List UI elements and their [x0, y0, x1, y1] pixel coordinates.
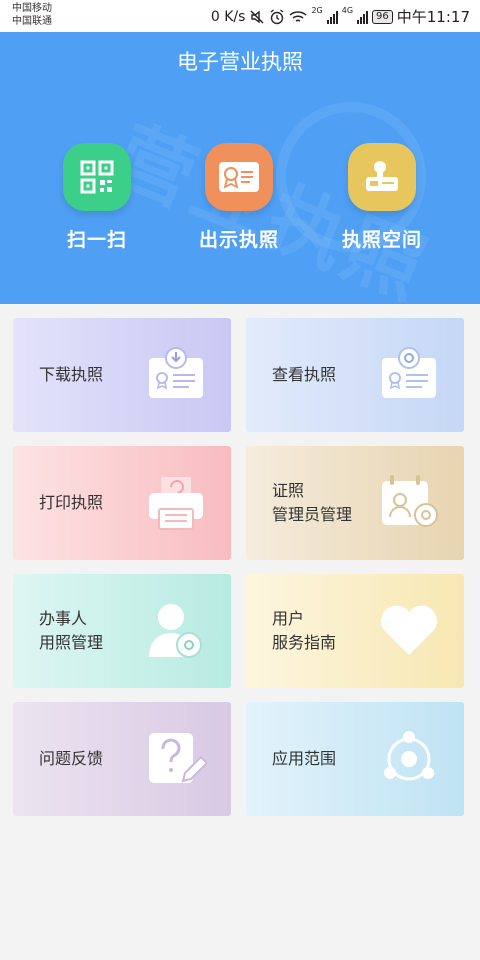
card-label: 办事人 用照管理 — [39, 607, 103, 655]
status-bar: 中国移动 中国联通 0 K/s 2G 4G 96 中午11:17 — [0, 0, 480, 32]
card-label-line2: 用照管理 — [39, 633, 104, 652]
carrier-1: 中国移动 — [12, 3, 52, 14]
download-license-icon — [143, 342, 209, 408]
signal-icon — [357, 10, 369, 24]
card-label-line2: 服务指南 — [272, 633, 337, 652]
card-label: 用户 服务指南 — [272, 607, 336, 655]
wifi-icon — [289, 9, 307, 25]
admin-manage-icon — [376, 470, 442, 536]
card-label: 下载执照 — [39, 365, 104, 384]
status-icons: 0 K/s 2G 4G 96 中午11:17 — [211, 6, 470, 27]
quick-action-license-space[interactable]: 执照空间 — [312, 143, 452, 252]
mute-icon — [249, 9, 265, 25]
card-label: 问题反馈 — [39, 749, 104, 768]
card-label: 证照 管理员管理 — [272, 479, 352, 527]
card-label-line1: 证照 — [272, 481, 305, 500]
view-license-icon — [376, 342, 442, 408]
alarm-icon — [269, 8, 285, 25]
card-label-line2: 管理员管理 — [272, 505, 353, 524]
card-service-guide[interactable]: 用户 服务指南 — [246, 574, 464, 688]
carrier-2: 中国联通 — [12, 16, 52, 27]
page-title: 电子营业执照 — [177, 50, 303, 74]
network-type-2: 4G — [341, 6, 354, 15]
scope-icon — [376, 726, 442, 792]
feedback-icon — [143, 726, 209, 792]
card-admin-management[interactable]: 证照 管理员管理 — [246, 446, 464, 560]
card-application-scope[interactable]: 应用范围 — [246, 702, 464, 816]
card-label: 应用范围 — [272, 749, 337, 768]
card-download-license[interactable]: 下载执照 — [13, 318, 231, 432]
header-banner: 营业执照 电子营业执照 扫一扫 出示执照 执照空间 — [0, 32, 480, 304]
carrier-info: 中国移动 中国联通 — [12, 2, 52, 28]
heart-icon — [376, 598, 442, 664]
quick-action-scan[interactable]: 扫一扫 — [27, 143, 167, 252]
card-label-line1: 办事人 — [39, 609, 88, 628]
license-card-icon — [205, 143, 273, 211]
card-feedback[interactable]: 问题反馈 — [13, 702, 231, 816]
battery-icon: 96 — [372, 9, 393, 24]
qr-code-icon — [63, 143, 131, 211]
network-speed: 0 K/s — [210, 8, 246, 25]
clock: 中午11:17 — [396, 8, 470, 26]
card-view-license[interactable]: 查看执照 — [246, 318, 464, 432]
quick-action-label: 扫一扫 — [66, 229, 127, 251]
card-agent-management[interactable]: 办事人 用照管理 — [13, 574, 231, 688]
signal-icon — [326, 10, 338, 24]
quick-action-label: 出示执照 — [198, 229, 279, 251]
quick-action-show-license[interactable]: 出示执照 — [169, 143, 309, 252]
card-print-license[interactable]: 打印执照 — [13, 446, 231, 560]
card-label: 查看执照 — [272, 365, 337, 384]
license-space-icon — [348, 143, 416, 211]
card-label-line1: 用户 — [272, 609, 305, 628]
printer-icon — [143, 470, 209, 536]
quick-action-label: 执照空间 — [341, 229, 422, 251]
card-label: 打印执照 — [39, 493, 104, 512]
agent-manage-icon — [143, 598, 209, 664]
network-type-1: 2G — [311, 6, 323, 15]
